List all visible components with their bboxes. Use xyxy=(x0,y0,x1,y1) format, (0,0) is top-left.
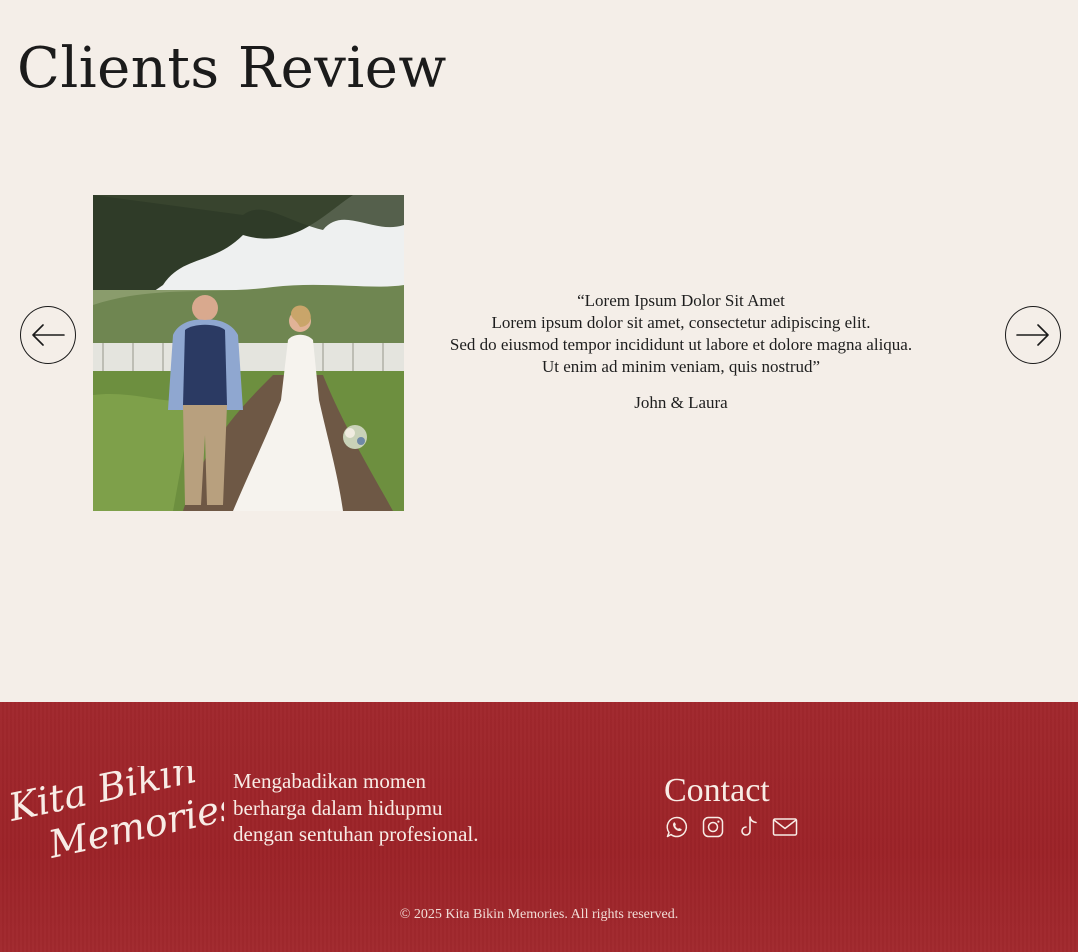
tagline-line: Mengabadikan momen xyxy=(233,769,427,793)
testimonial-line: Lorem ipsum dolor sit amet, consectetur … xyxy=(491,313,871,332)
whatsapp-icon[interactable] xyxy=(664,814,690,840)
carousel-next-button[interactable] xyxy=(1005,306,1061,364)
testimonial-author: John & Laura xyxy=(634,393,728,412)
arrow-left-icon xyxy=(32,324,65,346)
carousel-prev-button[interactable] xyxy=(20,306,76,364)
tiktok-icon[interactable] xyxy=(736,814,762,840)
tagline-line: berharga dalam hidupmu xyxy=(233,795,443,820)
clients-review-section: Clients Review “Lorem Ipsum Dolor Sit Am… xyxy=(0,0,1078,702)
review-photo xyxy=(93,195,404,511)
copyright-text: © 2025 Kita Bikin Memories. All rights r… xyxy=(399,907,679,922)
testimonial-line: Sed do eiusmod tempor incididunt ut labo… xyxy=(449,335,913,354)
tagline-line: dengan sentuhan profesional. xyxy=(233,822,479,846)
contact-icons xyxy=(664,814,798,840)
section-title: Clients Review xyxy=(17,36,447,101)
brand-logo[interactable]: Kita Bikin Memories xyxy=(8,766,224,862)
site-footer: Kita Bikin Memories Mengabadikan momen b… xyxy=(0,702,1078,952)
testimonial-line: “Lorem Ipsum Dolor Sit Amet xyxy=(577,291,785,310)
contact-heading: Contact xyxy=(664,772,770,809)
arrow-right-icon xyxy=(1016,324,1049,346)
instagram-icon[interactable] xyxy=(700,814,726,840)
testimonial: “Lorem Ipsum Dolor Sit Amet Lorem ipsum … xyxy=(404,290,958,414)
email-icon[interactable] xyxy=(772,814,798,840)
footer-tagline: Mengabadikan momen berharga dalam hidupm… xyxy=(233,768,479,848)
testimonial-line: Ut enim ad minim veniam, quis nostrud” xyxy=(541,357,821,376)
